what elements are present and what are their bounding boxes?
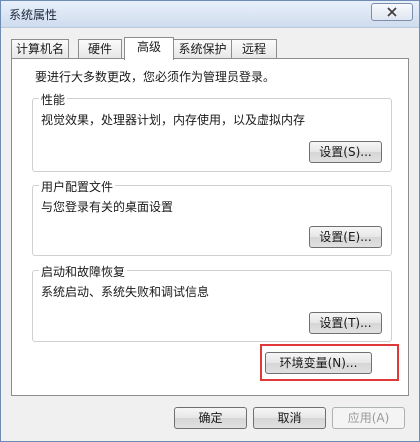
title-bar[interactable]: 系统属性	[1, 1, 419, 28]
startup-recovery-description: 系统启动、系统失败和调试信息	[41, 285, 210, 299]
cancel-button[interactable]: 取消	[253, 407, 326, 429]
tab-computer-name[interactable]: 计算机名	[11, 39, 69, 59]
apply-button[interactable]: 应用(A)	[332, 407, 405, 429]
close-icon	[387, 7, 397, 17]
startup-recovery-settings-button[interactable]: 设置(T)...	[309, 312, 382, 334]
user-profiles-group-title: 用户配置文件	[39, 178, 116, 195]
user-profiles-settings-button[interactable]: 设置(E)...	[309, 226, 382, 248]
system-properties-window: 系统属性 计算机名 硬件 高级 系统保护 远程 要进行大多数更改，您必须作为管理…	[0, 0, 420, 442]
environment-variables-button[interactable]: 环境变量(N)...	[265, 352, 372, 374]
window-title: 系统属性	[9, 8, 58, 22]
user-profiles-description: 与您登录有关的桌面设置	[41, 200, 174, 214]
tab-hardware[interactable]: 硬件	[78, 39, 122, 59]
performance-group-title: 性能	[39, 91, 68, 108]
tab-remote[interactable]: 远程	[231, 39, 277, 59]
user-profiles-group: 用户配置文件 与您登录有关的桌面设置 设置(E)...	[32, 178, 392, 256]
close-button[interactable]	[371, 3, 413, 21]
startup-recovery-group-title: 启动和故障恢复	[39, 263, 128, 280]
tab-advanced[interactable]: 高级	[124, 37, 174, 60]
performance-description: 视觉效果，处理器计划，内存使用，以及虚拟内存	[41, 113, 306, 127]
performance-settings-button[interactable]: 设置(S)...	[309, 141, 382, 163]
admin-note: 要进行大多数更改，您必须作为管理员登录。	[35, 70, 276, 84]
startup-recovery-group: 启动和故障恢复 系统启动、系统失败和调试信息 设置(T)...	[32, 263, 392, 342]
ok-button[interactable]: 确定	[174, 407, 247, 429]
tab-system-protection[interactable]: 系统保护	[173, 39, 232, 59]
performance-group: 性能 视觉效果，处理器计划，内存使用，以及虚拟内存 设置(S)...	[32, 91, 392, 172]
